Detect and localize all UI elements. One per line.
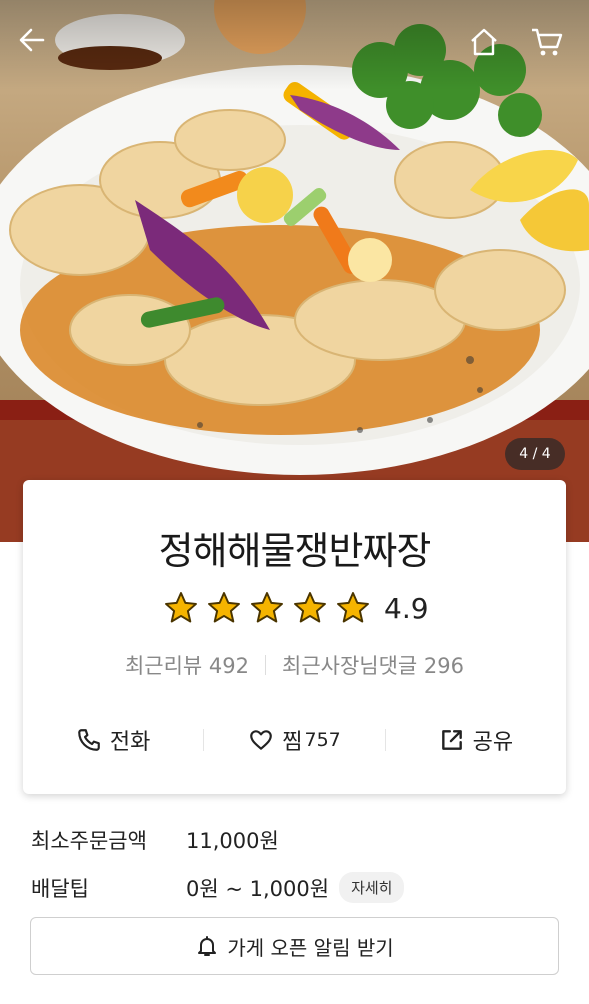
star-icon [294, 592, 326, 623]
star-icon [251, 592, 283, 623]
star-icon [165, 592, 197, 623]
back-button[interactable] [18, 26, 58, 66]
delivery-tip-detail-button[interactable]: 자세히 [339, 872, 405, 903]
divider [265, 655, 267, 675]
home-button[interactable] [468, 26, 508, 66]
cart-button[interactable] [530, 26, 570, 66]
open-notification-label: 가게 오픈 알림 받기 [227, 935, 394, 960]
store-actions: 전화 찜 757 공유 [23, 718, 566, 762]
rating-score: 4.9 [384, 591, 429, 625]
photo-counter: 4 / 4 [505, 438, 565, 470]
call-label: 전화 [109, 730, 151, 755]
store-info-card: 정해해물쟁반짜장 4.9 최근리뷰 492 최근사장님댓글 296 전화 찜 7… [23, 480, 566, 794]
store-hero-photo[interactable]: 4 / 4 [0, 0, 589, 542]
owner-replies-link[interactable]: 최근사장님댓글 296 [282, 650, 464, 680]
bell-icon [198, 936, 217, 956]
heart-icon [250, 730, 273, 750]
favorite-button[interactable]: 찜 757 [204, 724, 384, 756]
share-button[interactable]: 공유 [386, 724, 566, 756]
store-name: 정해해물쟁반짜장 [158, 529, 432, 573]
delivery-tip-label: 배달팁 [31, 876, 89, 901]
star-icon [337, 592, 369, 623]
cart-icon [532, 28, 563, 56]
arrow-left-icon [19, 28, 45, 52]
phone-icon [78, 729, 100, 751]
favorite-count: 757 [304, 729, 341, 751]
share-icon [441, 730, 462, 750]
share-label: 공유 [472, 730, 514, 755]
min-order-value: 11,000원 [186, 829, 279, 853]
review-stats: 최근리뷰 492 최근사장님댓글 296 [23, 650, 566, 680]
min-order-label: 최소주문금액 [31, 829, 147, 853]
favorite-label: 찜 [282, 730, 303, 755]
delivery-tip-row: 배달팁 0원 ~ 1,000원 자세히 [31, 872, 405, 903]
delivery-tip-value: 0원 ~ 1,000원 [186, 876, 330, 901]
recent-reviews-link[interactable]: 최근리뷰 492 [125, 650, 249, 680]
store-rating: 4.9 [163, 588, 429, 628]
call-button[interactable]: 전화 [23, 724, 203, 756]
star-icon [208, 592, 240, 623]
open-notification-button[interactable]: 가게 오픈 알림 받기 [30, 917, 559, 975]
home-icon [471, 28, 497, 56]
min-order-row: 최소주문금액 11,000원 [31, 825, 279, 855]
